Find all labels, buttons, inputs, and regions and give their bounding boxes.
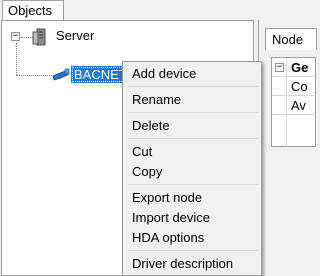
menu-item-import-device[interactable]: Import device — [125, 208, 259, 228]
property-row[interactable]: Co — [272, 77, 315, 96]
tab-objects[interactable]: Objects — [2, 0, 64, 20]
menu-separator — [128, 138, 258, 139]
tab-node[interactable]: Node — [265, 28, 317, 50]
menu-item-label: Rename — [132, 92, 182, 107]
objects-tab-strip: Objects — [0, 0, 309, 21]
menu-item-rename[interactable]: Rename — [125, 90, 259, 110]
collapse-server-toggle[interactable]: − — [11, 32, 20, 41]
menu-item-label: Copy — [132, 164, 163, 179]
menu-item-label: Import device — [132, 210, 211, 225]
menu-item-cut[interactable]: Cut — [125, 142, 259, 162]
menu-separator — [128, 112, 258, 113]
menu-item-label: HDA options — [132, 230, 205, 245]
menu-item-copy[interactable]: Copy — [125, 162, 259, 182]
server-icon — [32, 28, 46, 46]
collapse-group-toggle[interactable]: − — [275, 63, 284, 72]
network-plug-icon — [52, 68, 70, 81]
menu-separator — [128, 86, 258, 87]
tree-connector-child — [16, 75, 52, 76]
context-menu: Add device Rename Delete Cut Copy Export… — [122, 61, 262, 276]
property-row[interactable]: Av — [272, 96, 315, 115]
menu-item-label: Cut — [132, 144, 153, 159]
menu-item-driver-description[interactable]: Driver description — [125, 254, 259, 274]
menu-item-hda-options[interactable]: HDA options — [125, 228, 259, 248]
menu-item-label: Delete — [132, 118, 170, 133]
node-properties-panel: Node − Ge Co Av — [258, 20, 317, 276]
property-group-label: Ge — [291, 60, 309, 75]
menu-separator — [128, 184, 258, 185]
menu-item-label: Driver description — [132, 256, 234, 271]
property-label: Av — [291, 98, 306, 113]
menu-item-export-node[interactable]: Export node — [125, 188, 259, 208]
menu-item-add-device[interactable]: Add device — [125, 64, 259, 84]
menu-item-delete[interactable]: Delete — [125, 116, 259, 136]
menu-separator — [128, 250, 258, 251]
tree-node-server-label[interactable]: Server — [56, 28, 94, 43]
menu-item-label: Export node — [132, 190, 203, 205]
menu-item-label: Add device — [132, 66, 197, 81]
property-group-header[interactable]: − Ge — [272, 58, 315, 77]
property-label: Co — [291, 79, 308, 94]
property-grid: − Ge Co Av — [271, 57, 316, 147]
tree-connector-vertical — [16, 43, 17, 75]
